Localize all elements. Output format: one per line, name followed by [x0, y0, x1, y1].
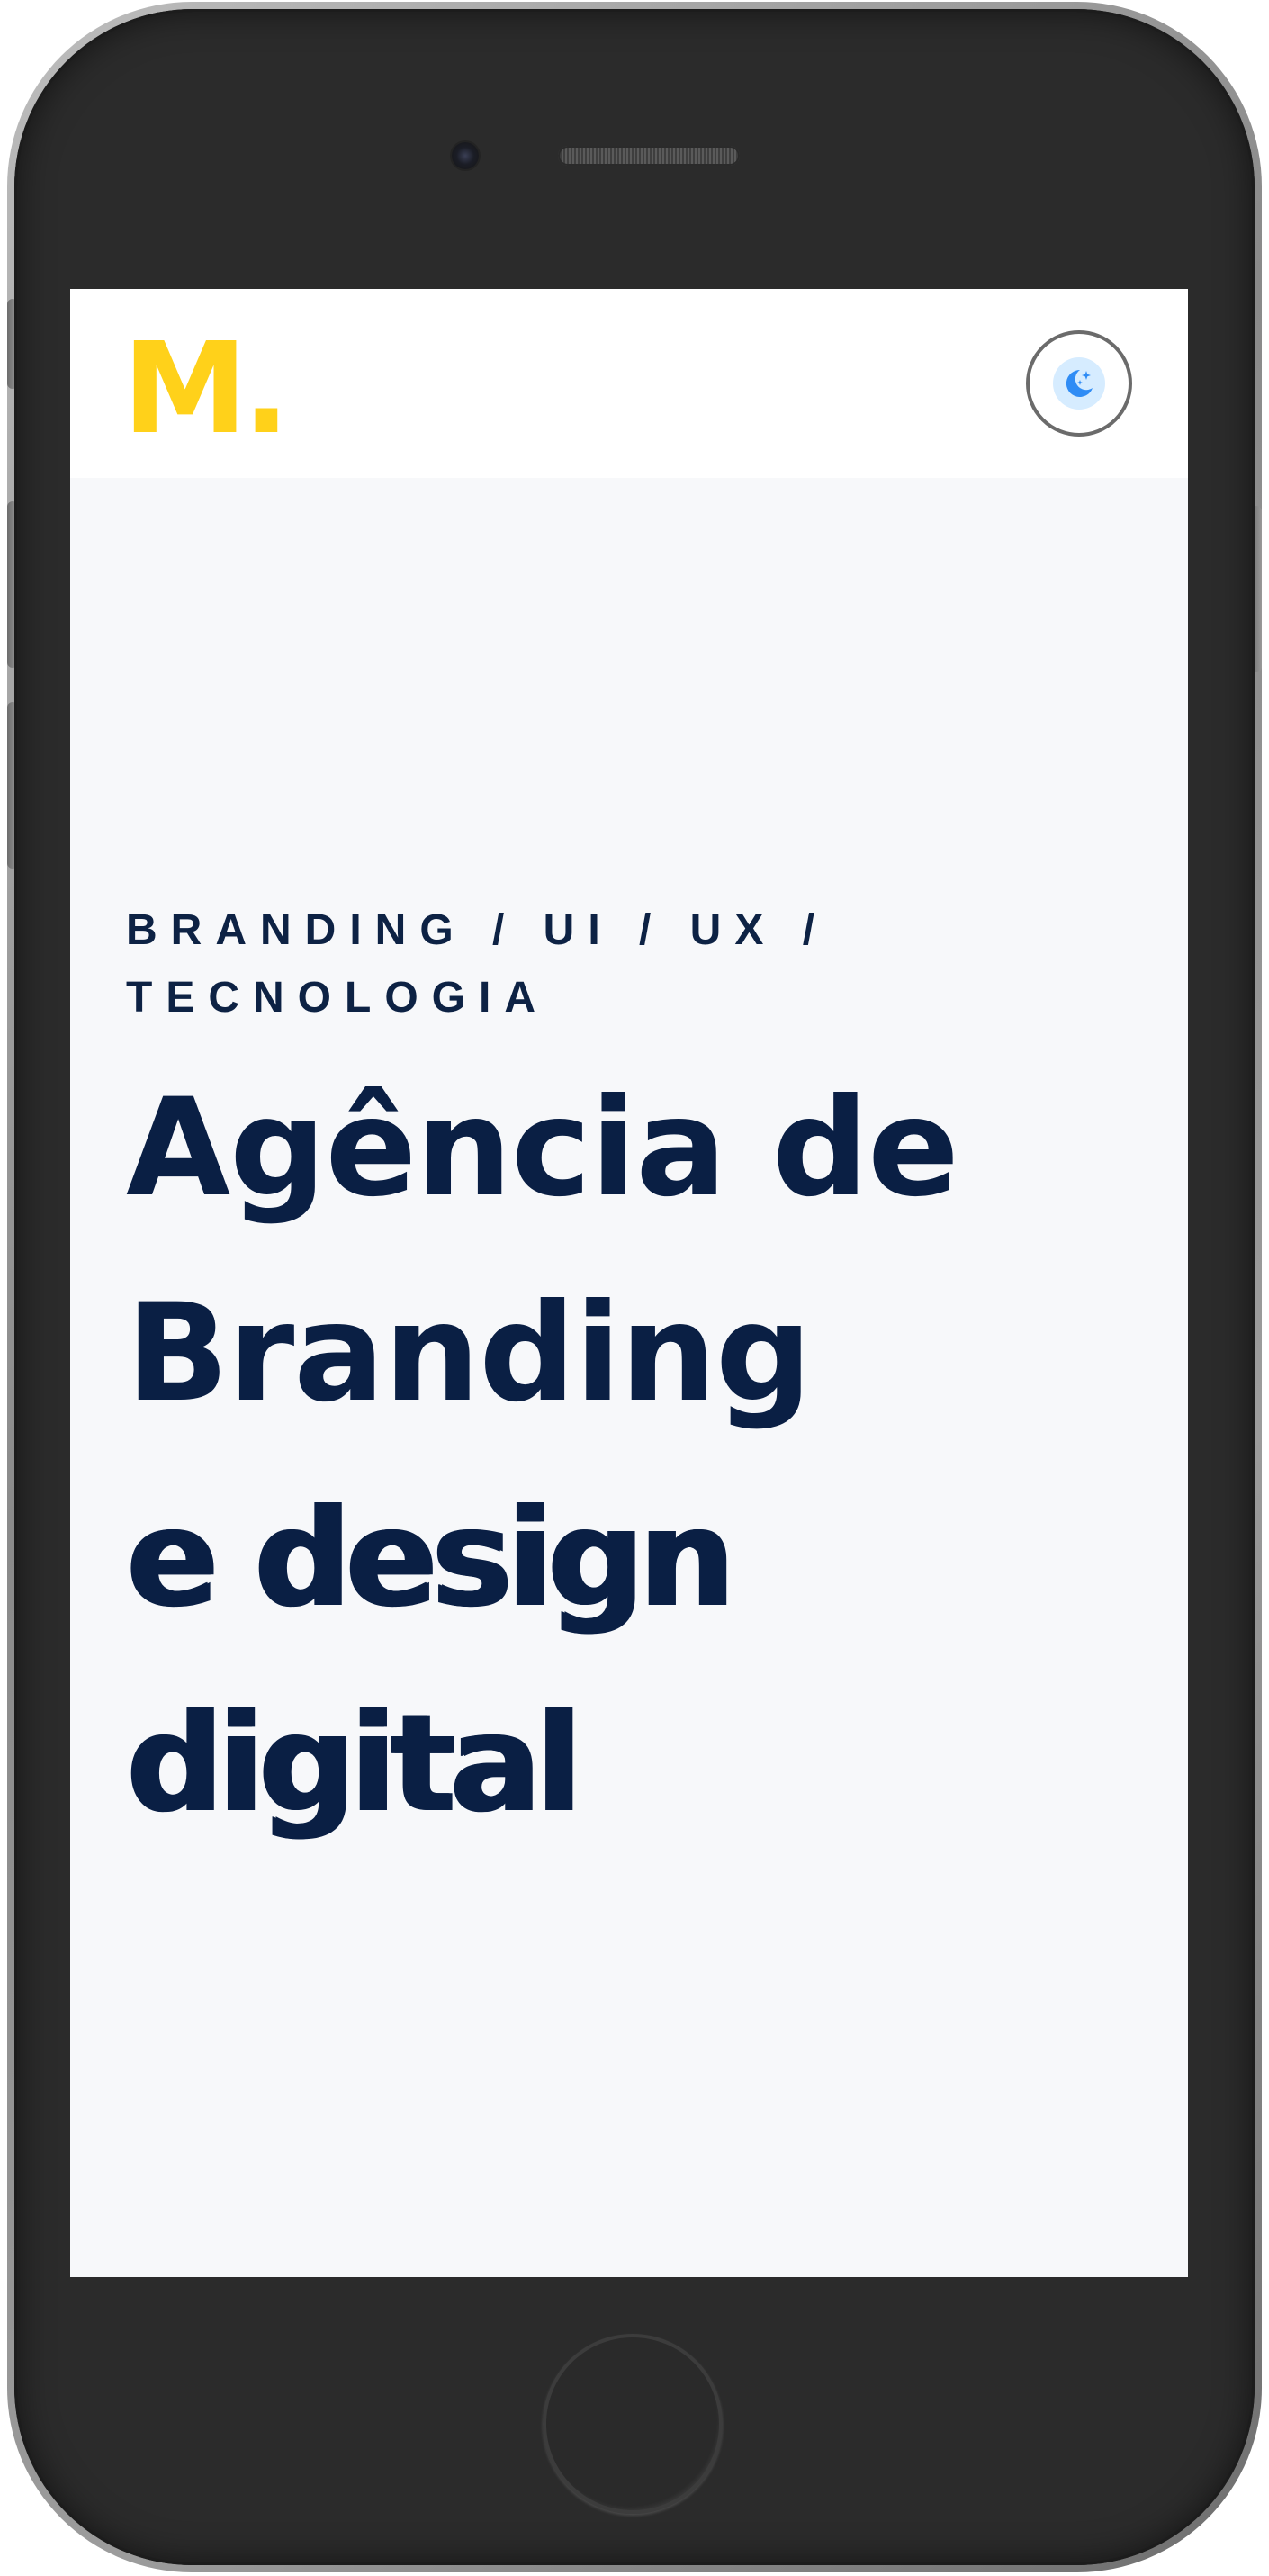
hero-section: BRANDING / UI / UX / TECNOLOGIA Agência … — [126, 896, 1134, 1867]
home-button[interactable] — [543, 2334, 723, 2514]
headline-line: Branding — [126, 1275, 812, 1432]
hero-headline: Agência de Branding e design digital — [126, 1046, 1134, 1867]
earpiece-speaker — [558, 146, 740, 166]
site-header: M. — [70, 289, 1188, 478]
theme-toggle-button[interactable] — [1026, 330, 1132, 437]
front-camera — [452, 142, 479, 169]
headline-line: digital — [126, 1686, 581, 1842]
phone-screen: M. BRANDING / UI / UX / TECNOLOGIA Agênc… — [70, 289, 1188, 2277]
brand-logo[interactable]: M. — [122, 327, 291, 453]
logo-letter: M — [122, 316, 248, 463]
moon-stars-icon — [1053, 357, 1105, 410]
logo-dot: . — [242, 316, 290, 463]
headline-line: e design — [126, 1481, 734, 1637]
headline-line: Agência de — [126, 1070, 959, 1227]
hero-kicker: BRANDING / UI / UX / TECNOLOGIA — [126, 906, 829, 1022]
